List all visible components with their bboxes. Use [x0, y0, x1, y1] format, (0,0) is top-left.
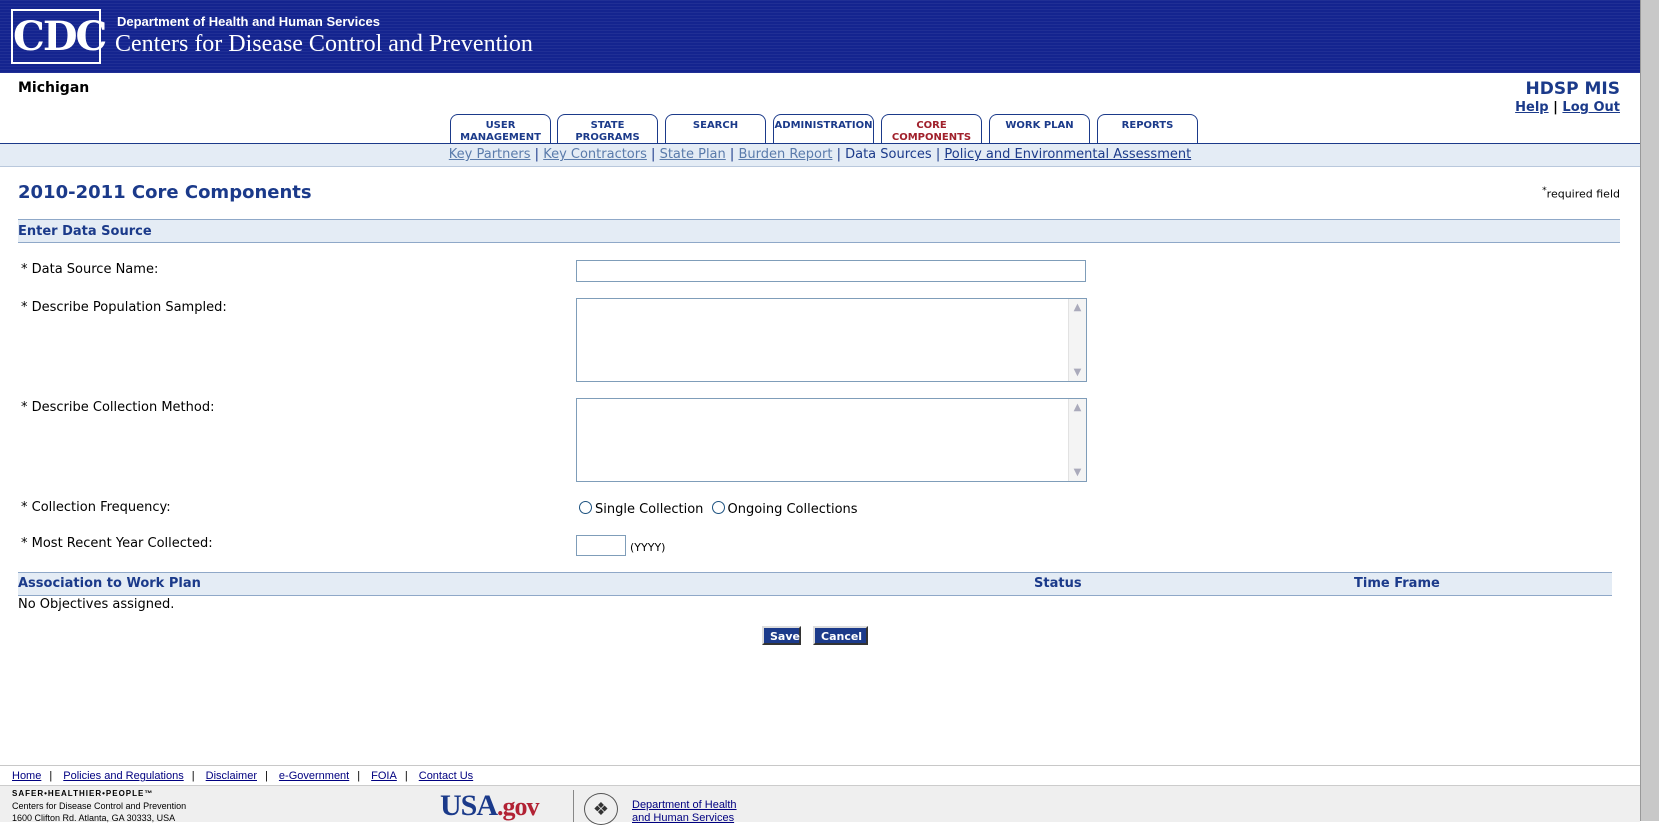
collection-frequency-options: Single Collection Ongoing Collections [579, 501, 858, 517]
subnav-separator: | [534, 147, 540, 162]
section-header: Enter Data Source [18, 219, 1620, 243]
scroll-down-icon[interactable]: ▼ [1070, 465, 1085, 480]
ongoing-collections-radio[interactable] [711, 501, 725, 514]
subnav-key-partners[interactable]: Key Partners [449, 147, 531, 162]
subnav-separator: | [651, 147, 656, 162]
collection-method-textarea[interactable]: ▲ ▼ [576, 398, 1087, 482]
collection-frequency-label: * Collection Frequency: [21, 500, 171, 515]
state-name: Michigan [18, 80, 90, 96]
footer-divider [573, 790, 574, 822]
association-table-header: Association to Work Plan Status Time Fra… [18, 572, 1612, 596]
footer-link-foia[interactable]: FOIA [371, 770, 397, 782]
usagov-logo[interactable]: USA.gov [440, 789, 540, 823]
tab-user-management[interactable]: USER MANAGEMENT [450, 114, 551, 143]
textarea-scrollbar[interactable]: ▲ ▼ [1068, 299, 1086, 381]
no-objectives-text: No Objectives assigned. [18, 597, 175, 612]
required-text: required field [1546, 187, 1620, 201]
population-sampled-textarea[interactable]: ▲ ▼ [576, 298, 1087, 382]
logout-link[interactable]: Log Out [1562, 100, 1620, 115]
subnav-state-plan[interactable]: State Plan [660, 147, 726, 162]
subnav-separator: | [836, 147, 841, 162]
app-name: HDSP MIS [1525, 79, 1620, 99]
site-header: CDC Department of Health and Human Servi… [0, 0, 1640, 73]
tab-label-line1: REPORTS [1121, 120, 1174, 131]
subnav-data-sources-current: Data Sources [845, 147, 932, 162]
top-links: Help | Log Out [1515, 100, 1620, 115]
footer-link-disclaimer[interactable]: Disclaimer [206, 770, 257, 782]
col-status: Status [1034, 576, 1082, 591]
scroll-down-icon[interactable]: ▼ [1070, 365, 1085, 380]
tab-administration[interactable]: ADMINISTRATION [773, 114, 874, 143]
help-link[interactable]: Help [1515, 100, 1548, 115]
footer-links: Home | Policies and Regulations | Disclaim… [0, 765, 1640, 785]
required-field-note: *required field [1542, 185, 1620, 201]
year-format-hint: (YYYY) [630, 541, 666, 554]
footer-link-home[interactable]: Home [12, 770, 41, 782]
subnav-separator: | [935, 147, 941, 162]
tab-label-line1: STATE [590, 120, 625, 131]
tab-state-programs[interactable]: STATE PROGRAMS [557, 114, 658, 143]
recent-year-input[interactable] [576, 535, 626, 556]
sub-navigation: Key Partners | Key Contractors | State P… [0, 144, 1640, 166]
cancel-button[interactable]: Cancel [813, 626, 868, 645]
department-name: Department of Health and Human Services [117, 14, 380, 29]
tab-core-components[interactable]: CORE COMPONENTS [881, 114, 982, 144]
agency-name: Centers for Disease Control and Preventi… [115, 31, 533, 57]
footer-link-contact[interactable]: Contact Us [419, 770, 473, 782]
data-source-name-input[interactable] [576, 260, 1086, 282]
footer-info: SAFER•HEALTHIER•PEOPLE™ Centers for Dise… [0, 785, 1640, 825]
footer-org: Centers for Disease Control and Preventi… [12, 801, 187, 811]
window-scrollbar[interactable] [1640, 0, 1659, 821]
footer-tagline: SAFER•HEALTHIER•PEOPLE™ [12, 789, 154, 798]
scroll-up-icon[interactable]: ▲ [1070, 300, 1085, 315]
single-collection-label[interactable]: Single Collection [595, 502, 703, 517]
tab-work-plan[interactable]: WORK PLAN [989, 114, 1090, 143]
collection-method-label: * Describe Collection Method: [21, 400, 215, 415]
col-association: Association to Work Plan [18, 576, 201, 591]
population-sampled-label: * Describe Population Sampled: [21, 300, 227, 315]
top-links-separator: | [1553, 100, 1558, 115]
footer-link-egovernment[interactable]: e-Government [279, 770, 349, 782]
tab-label-line1: ADMINISTRATION [774, 120, 873, 131]
single-collection-radio[interactable] [579, 501, 592, 514]
subnav-key-contractors[interactable]: Key Contractors [543, 147, 647, 162]
footer-link-policies[interactable]: Policies and Regulations [63, 770, 183, 782]
cdc-logo[interactable]: CDC [11, 9, 107, 64]
recent-year-label: * Most Recent Year Collected: [21, 536, 213, 551]
textarea-scrollbar[interactable]: ▲ ▼ [1068, 399, 1086, 481]
tab-search[interactable]: SEARCH [665, 114, 766, 143]
subnav-burden-report[interactable]: Burden Report [738, 147, 832, 162]
tab-label-line1: SEARCH [692, 120, 739, 131]
subnav-policy-assessment[interactable]: Policy and Environmental Assessment [944, 147, 1191, 162]
data-source-name-label: * Data Source Name: [21, 262, 159, 277]
usagov-usa: USA [440, 789, 498, 822]
page-title: 2010-2011 Core Components [18, 182, 312, 203]
scroll-up-icon[interactable]: ▲ [1070, 400, 1085, 415]
tab-reports[interactable]: REPORTS [1097, 114, 1198, 143]
hhs-link-line1[interactable]: Department of Health [632, 799, 737, 811]
ongoing-collections-label[interactable]: Ongoing Collections [728, 502, 858, 517]
col-time-frame: Time Frame [1354, 576, 1440, 591]
usagov-gov: .gov [497, 792, 539, 821]
subnav-separator: | [729, 147, 735, 162]
tab-label-line1: WORK PLAN [1005, 120, 1074, 131]
tab-label-line1: CORE [916, 120, 947, 131]
hhs-link-line2[interactable]: and Human Services [632, 812, 734, 824]
hhs-eagle-icon[interactable]: ❖ [584, 793, 618, 825]
footer-address: 1600 Clifton Rd. Atlanta, GA 30333, USA [12, 813, 176, 823]
tab-label-line1: USER [485, 120, 516, 131]
save-button[interactable]: Save [762, 626, 801, 645]
hhs-link[interactable]: Department of Health and Human Services [632, 799, 737, 825]
subnav-divider [0, 166, 1640, 167]
